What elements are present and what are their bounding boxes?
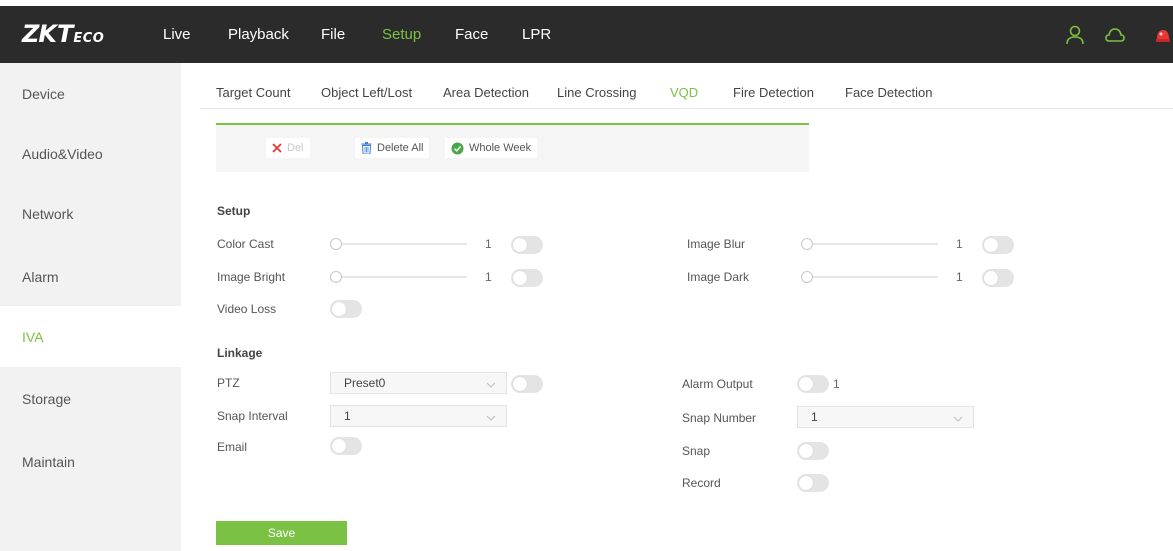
iva-tabs: Target Count Object Left/Lost Area Detec… bbox=[200, 63, 1173, 109]
cloud-icon[interactable] bbox=[1104, 24, 1126, 46]
nav-playback[interactable]: Playback bbox=[228, 26, 289, 43]
color-cast-value: 1 bbox=[485, 237, 492, 251]
image-bright-toggle[interactable] bbox=[511, 269, 543, 287]
tab-line-crossing[interactable]: Line Crossing bbox=[557, 85, 637, 100]
delete-all-button[interactable]: Delete All bbox=[355, 138, 430, 158]
color-cast-label: Color Cast bbox=[217, 237, 274, 251]
image-blur-toggle[interactable] bbox=[982, 236, 1014, 254]
snap-interval-select[interactable]: 1 bbox=[330, 405, 507, 427]
alarm-output-value: 1 bbox=[833, 377, 840, 391]
snap-number-label: Snap Number bbox=[682, 411, 757, 425]
snap-toggle[interactable] bbox=[797, 442, 829, 460]
image-blur-value: 1 bbox=[956, 237, 963, 251]
image-dark-value: 1 bbox=[956, 270, 963, 284]
del-label: Del bbox=[287, 142, 304, 154]
color-cast-toggle[interactable] bbox=[511, 236, 543, 254]
logo-t: T bbox=[57, 20, 74, 48]
whole-week-label: Whole Week bbox=[469, 142, 532, 154]
email-label: Email bbox=[217, 440, 248, 454]
nav-setup[interactable]: Setup bbox=[382, 26, 421, 43]
logo-eco: ECO bbox=[73, 31, 105, 46]
video-loss-toggle[interactable] bbox=[330, 300, 362, 318]
snap-interval-label: Snap Interval bbox=[217, 409, 288, 423]
ptz-preset-value: Preset0 bbox=[344, 376, 386, 390]
sidebar: Device Audio&Video Network Alarm IVA Sto… bbox=[0, 63, 181, 551]
save-button[interactable]: Save bbox=[216, 521, 347, 545]
alarm-output-label: Alarm Output bbox=[682, 377, 753, 391]
nav-live[interactable]: Live bbox=[163, 26, 191, 43]
user-icon[interactable] bbox=[1064, 24, 1086, 46]
sidebar-item-network[interactable]: Network bbox=[0, 183, 181, 244]
logo-zk: ZK bbox=[22, 20, 57, 48]
sidebar-item-maintain[interactable]: Maintain bbox=[0, 431, 181, 492]
record-toggle[interactable] bbox=[797, 474, 829, 492]
nav-lpr[interactable]: LPR bbox=[522, 26, 551, 43]
slider-knob[interactable] bbox=[801, 271, 813, 283]
tab-fire-detection[interactable]: Fire Detection bbox=[733, 85, 814, 100]
snap-interval-value: 1 bbox=[344, 409, 351, 423]
schedule-toolbar: Del Delete All Whole Week bbox=[216, 123, 809, 172]
nav-file[interactable]: File bbox=[321, 26, 345, 43]
setup-section-title: Setup bbox=[217, 204, 251, 218]
chevron-down-icon bbox=[486, 378, 496, 392]
check-circle-icon bbox=[451, 142, 464, 155]
chevron-down-icon bbox=[953, 412, 963, 426]
sidebar-item-iva[interactable]: IVA bbox=[0, 306, 181, 367]
image-dark-slider[interactable] bbox=[801, 271, 938, 283]
del-button[interactable]: Del bbox=[266, 138, 310, 158]
color-cast-slider[interactable] bbox=[330, 238, 467, 250]
image-dark-label: Image Dark bbox=[687, 270, 750, 284]
trash-icon bbox=[361, 142, 372, 154]
image-dark-toggle[interactable] bbox=[982, 269, 1014, 287]
record-label: Record bbox=[682, 476, 721, 490]
ptz-label: PTZ bbox=[217, 376, 240, 390]
zkteco-logo: ZK T ECO bbox=[22, 20, 104, 48]
sidebar-item-alarm[interactable]: Alarm bbox=[0, 246, 181, 307]
image-blur-label: Image Blur bbox=[687, 237, 746, 251]
snap-label: Snap bbox=[682, 444, 711, 458]
nav-face[interactable]: Face bbox=[455, 26, 488, 43]
chevron-down-icon bbox=[486, 411, 496, 425]
slider-knob[interactable] bbox=[330, 271, 342, 283]
sidebar-item-audio-video[interactable]: Audio&Video bbox=[0, 123, 181, 184]
sidebar-item-device[interactable]: Device bbox=[0, 63, 181, 124]
image-bright-slider[interactable] bbox=[330, 271, 467, 283]
tab-vqd[interactable]: VQD bbox=[670, 85, 698, 100]
close-icon bbox=[272, 143, 282, 153]
whole-week-button[interactable]: Whole Week bbox=[445, 138, 538, 158]
tab-face-detection[interactable]: Face Detection bbox=[845, 85, 932, 100]
tab-target-count[interactable]: Target Count bbox=[216, 85, 290, 100]
slider-knob[interactable] bbox=[330, 238, 342, 250]
slider-knob[interactable] bbox=[801, 238, 813, 250]
ptz-toggle[interactable] bbox=[511, 375, 543, 393]
tab-object-left-lost[interactable]: Object Left/Lost bbox=[321, 85, 412, 100]
image-blur-slider[interactable] bbox=[801, 238, 938, 250]
snap-number-select[interactable]: 1 bbox=[797, 406, 974, 428]
image-bright-label: Image Bright bbox=[217, 270, 286, 284]
ptz-preset-select[interactable]: Preset0 bbox=[330, 372, 507, 394]
tab-area-detection[interactable]: Area Detection bbox=[443, 85, 529, 100]
email-toggle[interactable] bbox=[330, 437, 362, 455]
linkage-section-title: Linkage bbox=[217, 346, 263, 360]
video-loss-label: Video Loss bbox=[217, 302, 277, 316]
top-navbar: ZK T ECO Live Playback File Setup Face L… bbox=[0, 6, 1173, 63]
image-bright-value: 1 bbox=[485, 270, 492, 284]
alarm-light-icon[interactable] bbox=[1153, 24, 1173, 46]
snap-number-value: 1 bbox=[811, 410, 818, 424]
alarm-output-toggle[interactable] bbox=[797, 375, 829, 393]
delete-all-label: Delete All bbox=[377, 142, 424, 154]
sidebar-item-storage[interactable]: Storage bbox=[0, 368, 181, 429]
